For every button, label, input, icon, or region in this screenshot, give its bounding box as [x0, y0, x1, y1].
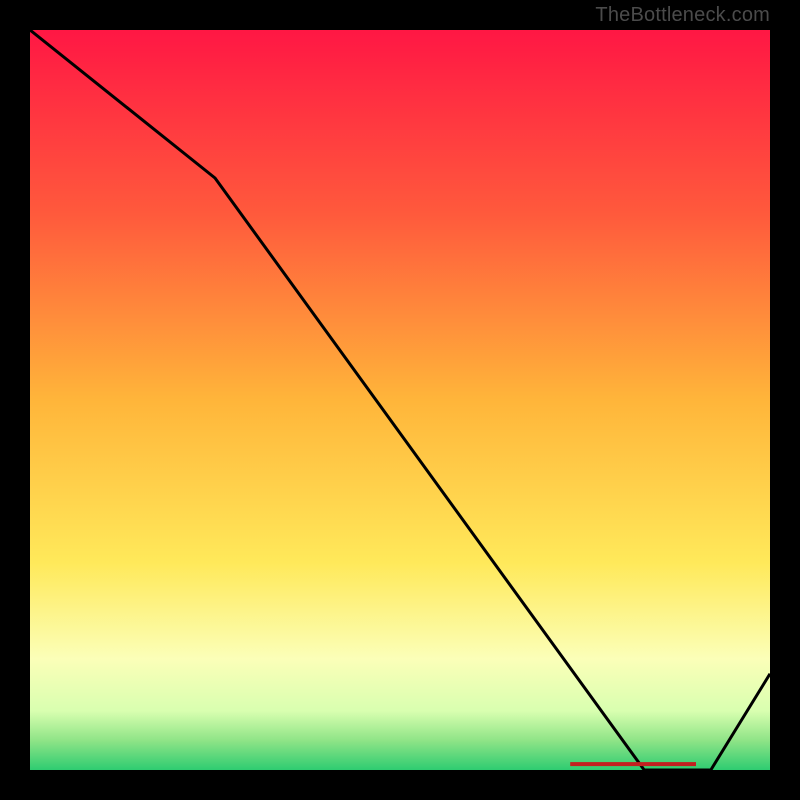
chart-frame: TheBottleneck.com	[0, 0, 800, 800]
chart-svg	[30, 30, 770, 770]
gradient-background	[30, 30, 770, 770]
plot-area	[30, 30, 770, 770]
optimal-range-marker	[570, 762, 696, 766]
attribution-label: TheBottleneck.com	[595, 4, 770, 27]
